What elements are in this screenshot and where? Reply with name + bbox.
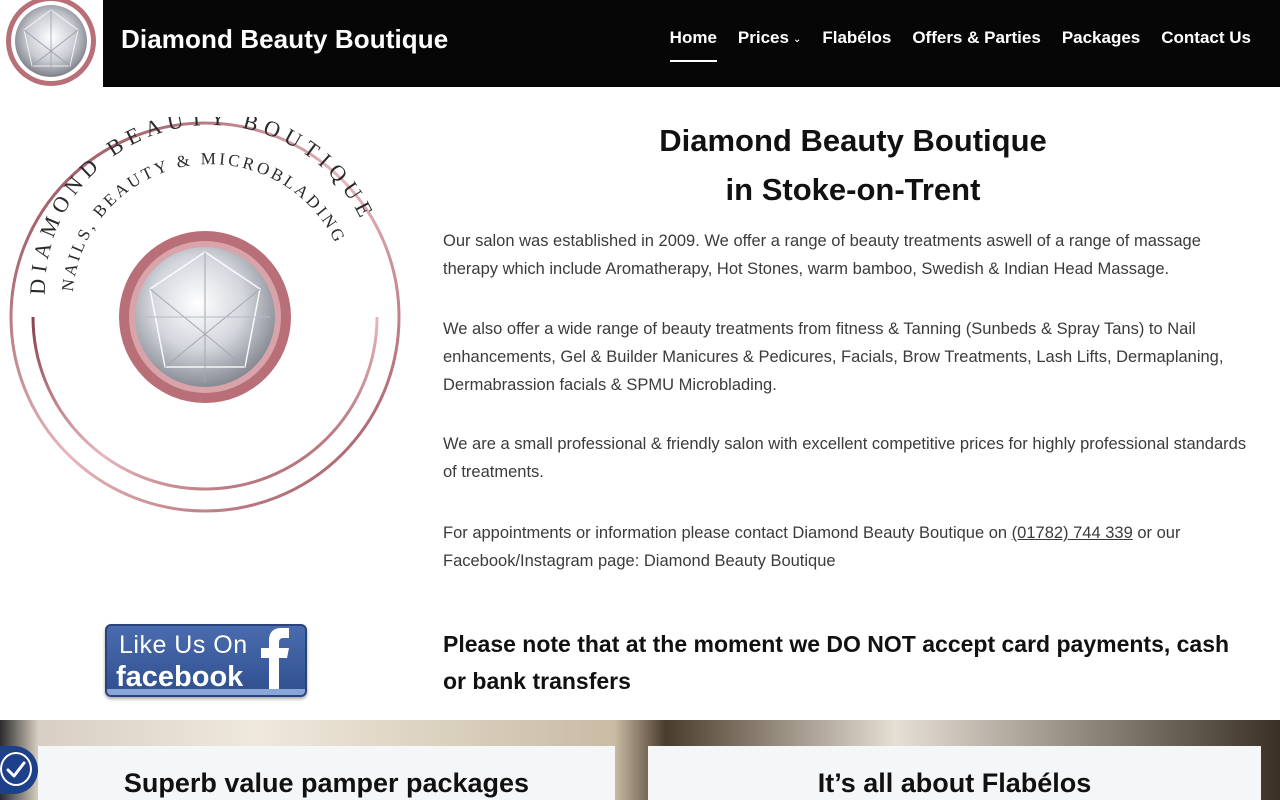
diamond-logo-icon (6, 0, 96, 86)
page-title-line2: in Stoke-on-Trent (725, 172, 981, 207)
nav-home-label: Home (669, 28, 717, 47)
treatments-paragraph: We also offer a wide range of beauty tre… (443, 320, 1224, 394)
facebook-icon (261, 628, 289, 692)
nav-contact-label: Contact Us (1161, 28, 1251, 47)
salon-paragraph: We are a small professional & friendly s… (443, 435, 1247, 481)
nav-offers-parties[interactable]: Offers & Parties (912, 28, 1041, 48)
nav-packages[interactable]: Packages (1062, 28, 1140, 48)
nav-home[interactable]: Home (669, 28, 718, 62)
boutique-logo: DIAMOND BEAUTY BOUTIQUE NAILS, BEAUTY & … (9, 117, 401, 513)
facebook-badge-line1: Like Us On (119, 631, 248, 659)
phone-link[interactable]: (01782) 744 339 (1012, 524, 1133, 542)
nav-contact-us[interactable]: Contact Us (1161, 28, 1251, 48)
packages-card[interactable]: Superb value pamper packages (38, 746, 615, 800)
contact-paragraph: For appointments or information please c… (443, 519, 1253, 575)
accessibility-icon (0, 752, 32, 786)
main-nav: Home Prices ⌄ Flabélos Offers & Parties P… (669, 28, 1251, 62)
nav-flabelos-label: Flabélos (822, 28, 892, 47)
nav-prices-label: Prices (737, 28, 789, 47)
checkmark-icon (6, 761, 26, 778)
site-title[interactable]: Diamond Beauty Boutique (121, 24, 448, 55)
nav-flabelos[interactable]: Flabélos (822, 28, 891, 48)
flabelos-card-title: It’s all about Flabélos (817, 768, 1092, 798)
facebook-like-button[interactable]: Like Us On facebook (105, 624, 307, 697)
payment-notice: Please note that at the moment we DO NOT… (443, 631, 1230, 694)
header-logo[interactable] (0, 0, 103, 87)
page-title: Diamond Beauty Boutique in Stoke-on-Tren… (443, 116, 1263, 214)
packages-card-title: Superb value pamper packages (123, 768, 530, 798)
page-title-line1: Diamond Beauty Boutique (659, 123, 1047, 158)
contact-text-before: For appointments or information please c… (443, 524, 1012, 542)
facebook-badge-bar (107, 689, 305, 695)
site-header: Diamond Beauty Boutique Home Prices ⌄ Fla… (0, 0, 1280, 87)
intro-paragraph: Our salon was established in 2009. We of… (443, 232, 1201, 278)
nav-offers-label: Offers & Parties (912, 28, 1041, 47)
flabelos-card[interactable]: It’s all about Flabélos (648, 746, 1261, 800)
nav-packages-label: Packages (1061, 28, 1141, 47)
chevron-down-icon: ⌄ (792, 33, 802, 45)
nav-prices[interactable]: Prices ⌄ (738, 28, 801, 48)
